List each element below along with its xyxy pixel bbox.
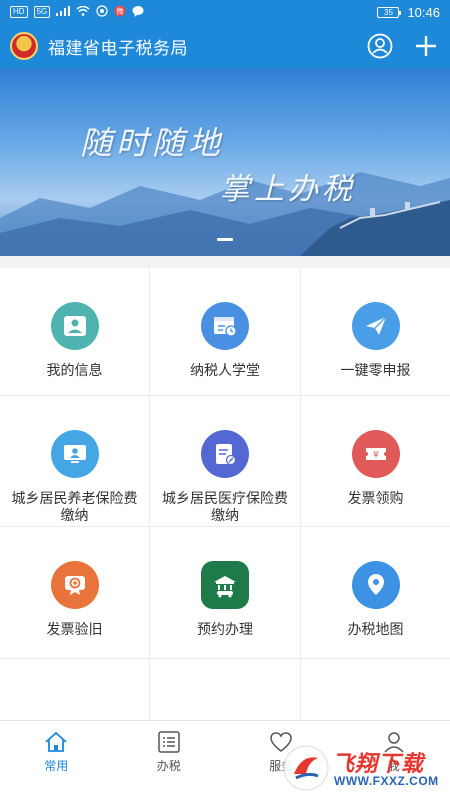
- service-tax-map[interactable]: 办税地图: [301, 527, 450, 658]
- paper-plane-icon: [351, 302, 400, 350]
- tab-label: 办税: [156, 759, 181, 773]
- service-label: 我的信息: [46, 362, 103, 378]
- monitor-person-icon: [50, 430, 99, 478]
- watermark-logo-icon: [283, 745, 329, 791]
- promo-banner[interactable]: 随时随地 掌上办税: [0, 68, 450, 256]
- home-icon: [45, 731, 67, 752]
- carousel-indicator[interactable]: [217, 238, 233, 241]
- add-button[interactable]: [412, 32, 440, 60]
- person-card-icon: [50, 302, 99, 350]
- user-account-button[interactable]: [366, 32, 394, 60]
- service-label: 办税地图: [347, 621, 404, 637]
- signal-icon: [56, 5, 71, 19]
- service-pension-insurance[interactable]: 城乡居民养老保险费缴纳: [0, 396, 149, 526]
- ticket-yen-icon: ¥: [351, 430, 400, 478]
- service-my-info[interactable]: 我的信息: [0, 268, 149, 395]
- document-edit-icon: [201, 430, 249, 478]
- chat-notification-icon: [132, 5, 144, 20]
- banner-slogan-2: 掌上办税: [220, 172, 356, 207]
- clock: 10:46: [407, 4, 440, 20]
- service-label: 纳税人学堂: [190, 362, 260, 378]
- svg-text:¥: ¥: [373, 451, 379, 461]
- service-taxpayer-school[interactable]: 纳税人学堂: [150, 268, 300, 395]
- watermark-url: WWW.FXXZ.COM: [334, 774, 439, 788]
- service-invoice-purchase[interactable]: ¥ 发票领购: [301, 396, 450, 526]
- empty-cell: [150, 659, 300, 721]
- battery-indicator: 35: [377, 6, 402, 18]
- hd-indicator: HD: [10, 6, 28, 18]
- list-icon: [158, 731, 180, 753]
- status-bar: HD 5G 微 35 10:46: [0, 0, 450, 24]
- seal-stamp-icon: [50, 561, 99, 609]
- mountain-great-wall-illustration: [0, 172, 450, 256]
- user-icon: [367, 33, 393, 59]
- map-pin-icon: [351, 561, 400, 609]
- plus-icon: [416, 36, 436, 56]
- service-medical-insurance[interactable]: 城乡居民医疗保险费缴纳: [150, 396, 300, 526]
- app-header: 福建省电子税务局: [0, 24, 450, 68]
- service-label: 城乡居民医疗保险费缴纳: [162, 490, 288, 523]
- service-label: 城乡居民养老保险费缴纳: [11, 490, 138, 523]
- service-invoice-verify[interactable]: 发票验旧: [0, 527, 149, 658]
- tab-common[interactable]: 常用: [0, 721, 113, 800]
- service-zero-declaration[interactable]: 一键零申报: [301, 268, 450, 395]
- banner-slogan-1: 随时随地: [80, 124, 225, 162]
- service-label: 预约办理: [197, 621, 253, 637]
- service-grid: 我的信息 纳税人学堂 一键零申报 城乡居民养老保险费缴纳 城乡居民医疗保险费缴纳…: [0, 268, 450, 721]
- service-label: 一键零申报: [340, 362, 411, 378]
- app-title: 福建省电子税务局: [48, 38, 188, 58]
- app-notification-icon: [96, 4, 108, 20]
- weibo-notification-icon: 微: [114, 5, 126, 20]
- network-5g-indicator: 5G: [33, 6, 51, 18]
- empty-cell: [0, 659, 149, 721]
- tax-bureau-emblem-icon: [10, 32, 38, 60]
- wifi-icon: [76, 5, 90, 19]
- service-label: 发票领购: [347, 490, 404, 506]
- service-label: 发票验旧: [46, 621, 103, 637]
- empty-cell: [301, 659, 450, 721]
- site-watermark: 飞翔下载 WWW.FXXZ.COM: [282, 742, 442, 796]
- calendar-clock-icon: [201, 302, 249, 350]
- svg-text:微: 微: [117, 6, 124, 15]
- service-appointment[interactable]: 预约办理: [150, 527, 300, 658]
- tab-tax[interactable]: 办税: [113, 721, 226, 800]
- tab-label: 常用: [44, 759, 69, 773]
- building-car-icon: [201, 561, 249, 609]
